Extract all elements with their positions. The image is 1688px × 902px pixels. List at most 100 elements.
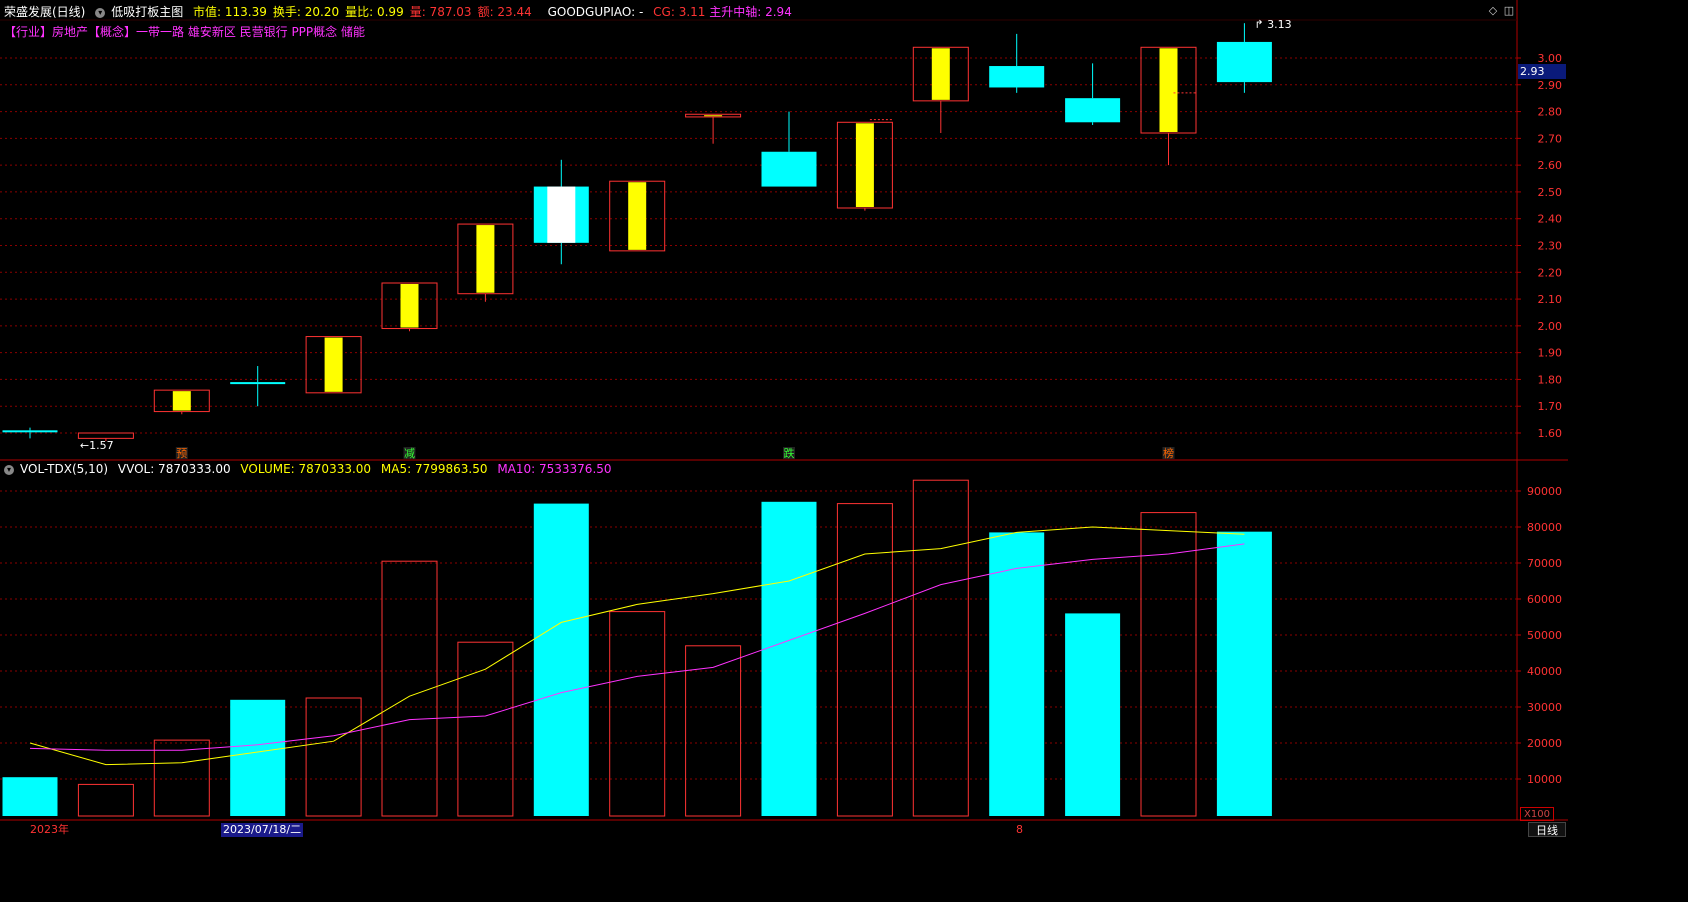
- header-stat: 换手: 20.20: [272, 5, 340, 19]
- candle-body: [761, 151, 817, 187]
- price-tick-label: 2.00: [1538, 320, 1563, 333]
- candle-yellow-fill: [172, 391, 191, 411]
- signal-marker: 减: [404, 447, 415, 460]
- indicator-dropdown-icon[interactable]: ▾: [4, 464, 14, 475]
- volume-bar: [230, 699, 286, 816]
- volume-bar: [685, 645, 742, 817]
- header-stats: 市值: 113.39 换手: 20.20 量比: 0.99 量: 787.03 额: 2…: [193, 5, 538, 19]
- kline-chart[interactable]: 3.002.902.802.702.602.502.402.302.202.10…: [0, 0, 1568, 838]
- candlestick: [230, 366, 286, 407]
- volume-value: VOLUME: 7870333.00: [240, 462, 372, 476]
- candlestick: [685, 113, 742, 144]
- candle-body: [989, 66, 1045, 88]
- price-tick-label: 2.30: [1538, 240, 1563, 253]
- volume-bar: [1140, 512, 1197, 817]
- diamond-icon[interactable]: ◇: [1487, 5, 1499, 17]
- candlestick: [989, 33, 1045, 93]
- header-stat: 市值: 113.39: [193, 5, 267, 19]
- candlestick: [761, 111, 817, 187]
- price-tick-label: 1.70: [1538, 400, 1563, 413]
- candle-white-fill: [547, 186, 576, 243]
- volume-bar: [533, 503, 589, 816]
- volume-indicator-name[interactable]: VOL-TDX(5,10): [20, 462, 108, 476]
- date-label: 8: [1016, 823, 1023, 836]
- candle-yellow-fill: [704, 115, 723, 117]
- price-tick-label: 1.90: [1538, 347, 1563, 360]
- volume-bar: [989, 532, 1045, 816]
- goodgupiao-value: GOODGUPIAO: -: [547, 5, 644, 19]
- candlestick: [1216, 23, 1272, 93]
- header-stat: 量比: 0.99: [345, 5, 404, 19]
- header-stat: 量: 787.03: [409, 5, 472, 19]
- candlestick: [1065, 63, 1121, 125]
- date-label: 2023年: [30, 823, 69, 836]
- candlestick: [912, 46, 969, 133]
- top-info-bar: 荣盛发展(日线) ▾ 低吸打板主图 市值: 113.39 换手: 20.20 量比: …: [4, 4, 798, 20]
- volume-bar: [761, 501, 817, 816]
- volume-tick-label: 30000: [1527, 701, 1562, 714]
- volume-tick-label: 20000: [1527, 737, 1562, 750]
- volume-bar: [153, 739, 210, 817]
- low-price-label: ←1.57: [80, 439, 114, 452]
- volume-bar: [1065, 613, 1121, 816]
- volume-tick-label: 60000: [1527, 593, 1562, 606]
- layout-toggle-icon[interactable]: ◫: [1503, 5, 1515, 17]
- candle-yellow-fill: [855, 123, 874, 207]
- price-tick-label: 2.10: [1538, 293, 1563, 306]
- volume-bar: [457, 641, 514, 817]
- candle-yellow-fill: [931, 48, 950, 100]
- price-tick-label: 1.60: [1538, 427, 1563, 440]
- candle-yellow-fill: [324, 337, 343, 392]
- price-tick-label: 2.60: [1538, 159, 1563, 172]
- volume-tick-label: 40000: [1527, 665, 1562, 678]
- volume-bar: [305, 697, 362, 817]
- candle-yellow-fill: [476, 225, 495, 293]
- candle-body: [77, 432, 134, 439]
- volume-bar: [609, 611, 666, 817]
- candle-body: [2, 430, 58, 433]
- volume-bar: [836, 503, 893, 817]
- candlestick: [381, 282, 438, 332]
- selected-date-label: 2023/07/18/二: [221, 823, 304, 837]
- ma10-value: MA10: 7533376.50: [497, 462, 612, 476]
- candlestick: [305, 336, 362, 394]
- high-price-label: ↱ 3.13: [1254, 18, 1291, 31]
- current-price-tag: 2.93: [1518, 64, 1566, 79]
- candle-yellow-fill: [628, 182, 647, 250]
- signal-marker: 跌: [784, 446, 795, 460]
- stock-name[interactable]: 荣盛发展(日线): [4, 5, 85, 19]
- price-tick-label: 2.40: [1538, 213, 1563, 226]
- header-stat: 额: 23.44: [477, 5, 532, 19]
- candle-yellow-fill: [400, 284, 419, 328]
- ma10-line: [29, 543, 1245, 751]
- volume-bar: [2, 777, 58, 816]
- volume-tick-label: 50000: [1527, 629, 1562, 642]
- candlestick: [153, 389, 210, 415]
- ma5-value: MA5: 7799863.50: [380, 462, 488, 476]
- cg-value: CG: 3.11: [653, 5, 706, 19]
- candle-yellow-fill: [1159, 48, 1178, 132]
- volume-multiplier: X100: [1520, 807, 1554, 821]
- candlestick: [457, 223, 514, 302]
- volume-bar: [77, 783, 134, 817]
- signal-marker: 榜: [1163, 446, 1174, 460]
- vvol-value: VVOL: 7870333.00: [117, 462, 231, 476]
- price-tick-label: 2.80: [1538, 106, 1563, 119]
- volume-bar: [912, 479, 969, 817]
- industry-concept-tags[interactable]: 【行业】房地产【概念】一带一路 雄安新区 民营银行 PPP概念 储能: [4, 24, 365, 40]
- trend-axis-value: 主升中轴: 2.94: [709, 5, 792, 19]
- price-tick-label: 2.50: [1538, 186, 1563, 199]
- formula-dropdown-icon[interactable]: ▾: [95, 7, 106, 18]
- formula-name[interactable]: 低吸打板主图: [111, 5, 183, 19]
- volume-bar: [1216, 531, 1272, 816]
- period-button[interactable]: 日线: [1528, 822, 1566, 837]
- candlestick: [533, 159, 589, 265]
- candle-body: [1065, 98, 1121, 123]
- candle-body: [1216, 41, 1272, 83]
- candlestick: [836, 121, 893, 211]
- price-tick-label: 1.80: [1538, 373, 1563, 386]
- volume-tick-label: 80000: [1527, 521, 1562, 534]
- price-tick-label: 2.90: [1538, 79, 1563, 92]
- price-tick-label: 2.70: [1538, 132, 1563, 145]
- volume-info-bar: ▾ VOL-TDX(5,10) VVOL: 7870333.00 VOLUME: …: [4, 461, 618, 477]
